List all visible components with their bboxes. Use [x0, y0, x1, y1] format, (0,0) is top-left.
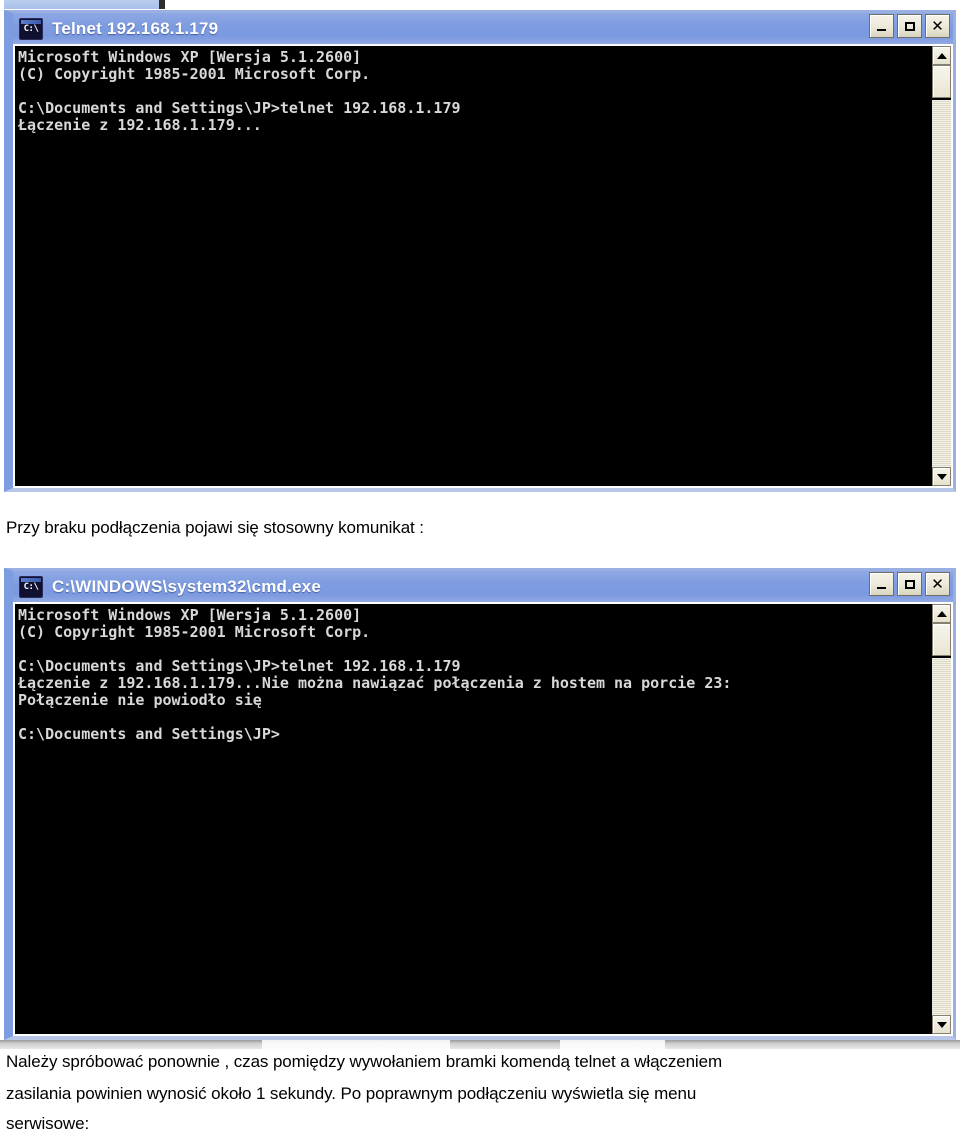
scrollbar-thumb[interactable]: [932, 65, 951, 98]
close-button[interactable]: ✕: [925, 14, 950, 38]
minimize-button[interactable]: [869, 14, 894, 38]
cmd-client-area: Microsoft Windows XP [Wersja 5.1.2600] (…: [13, 602, 953, 1036]
clipped-window-edge-artifact: [0, 0, 960, 10]
scroll-up-arrow-icon: [936, 610, 947, 617]
footer-line-2: zasilania powinien wynosić około 1 sekun…: [6, 1084, 697, 1103]
console-line: Łączenie z 192.168.1.179...Nie można naw…: [18, 674, 732, 692]
maximize-button[interactable]: [897, 14, 922, 38]
telnet-title-bar[interactable]: C:\ Telnet 192.168.1.179: [13, 13, 953, 44]
scroll-down-arrow-icon: [936, 473, 947, 480]
scroll-up-button[interactable]: [932, 604, 951, 623]
footer-line-1: Należy spróbować ponownie , czas pomiędz…: [6, 1052, 723, 1071]
footer-line-3: serwisowe:: [6, 1114, 90, 1133]
close-icon: ✕: [931, 16, 944, 35]
telnet-client-area: Microsoft Windows XP [Wersja 5.1.2600] (…: [13, 44, 953, 488]
scrollbar-thumb[interactable]: [932, 623, 951, 656]
minimize-icon: [877, 28, 886, 31]
scrollbar-track-hatch: [932, 658, 951, 1015]
scroll-down-arrow-icon: [936, 1021, 947, 1028]
maximize-button[interactable]: [897, 572, 922, 596]
cmd-console-output[interactable]: Microsoft Windows XP [Wersja 5.1.2600] (…: [15, 604, 932, 1034]
console-line: C:\Documents and Settings\JP>: [18, 725, 280, 743]
cmd-window-controls[interactable]: ✕: [869, 572, 950, 596]
console-line: (C) Copyright 1985-2001 Microsoft Corp.: [18, 65, 371, 83]
scrollbar-track[interactable]: [932, 65, 951, 467]
scrollbar-track[interactable]: [932, 623, 951, 1015]
console-line: C:\Documents and Settings\JP>telnet 192.…: [18, 99, 461, 117]
close-button[interactable]: ✕: [925, 572, 950, 596]
console-icon: C:\: [19, 17, 43, 40]
cmd-console-window[interactable]: C:\ C:\WINDOWS\system32\cmd.exe ✕ Micros…: [4, 568, 956, 1040]
console-line: Łączenie z 192.168.1.179...: [18, 116, 262, 134]
cmd-title-bar[interactable]: C:\ C:\WINDOWS\system32\cmd.exe: [13, 571, 953, 602]
telnet-console-output[interactable]: Microsoft Windows XP [Wersja 5.1.2600] (…: [15, 46, 932, 486]
console-line: Microsoft Windows XP [Wersja 5.1.2600]: [18, 48, 362, 66]
console-line: Microsoft Windows XP [Wersja 5.1.2600]: [18, 606, 362, 624]
telnet-window-title: Telnet 192.168.1.179: [52, 18, 219, 38]
scroll-up-button[interactable]: [932, 46, 951, 65]
minimize-button[interactable]: [869, 572, 894, 596]
scrollbar-track-hatch: [932, 100, 951, 467]
close-icon: ✕: [931, 574, 944, 593]
maximize-icon: [904, 21, 915, 31]
telnet-window-controls[interactable]: ✕: [869, 14, 950, 38]
console-line: C:\Documents and Settings\JP>telnet 192.…: [18, 657, 461, 675]
cmd-window-title: C:\WINDOWS\system32\cmd.exe: [52, 576, 321, 596]
scroll-down-button[interactable]: [932, 467, 951, 486]
artifact-tick: [159, 0, 165, 9]
cmd-vertical-scrollbar[interactable]: [932, 604, 951, 1034]
maximize-icon: [904, 579, 915, 589]
minimize-icon: [877, 586, 886, 589]
console-icon: C:\: [19, 575, 43, 598]
caption-middle: Przy braku podłączenia pojawi się stosow…: [6, 518, 424, 537]
console-line: (C) Copyright 1985-2001 Microsoft Corp.: [18, 623, 371, 641]
telnet-vertical-scrollbar[interactable]: [932, 46, 951, 486]
artifact-bar: [4, 0, 160, 9]
scroll-up-arrow-icon: [936, 52, 947, 59]
scroll-down-button[interactable]: [932, 1015, 951, 1034]
telnet-console-window[interactable]: C:\ Telnet 192.168.1.179 ✕ Microsoft Win…: [4, 10, 956, 492]
console-line: Połączenie nie powiodło się: [18, 691, 262, 709]
